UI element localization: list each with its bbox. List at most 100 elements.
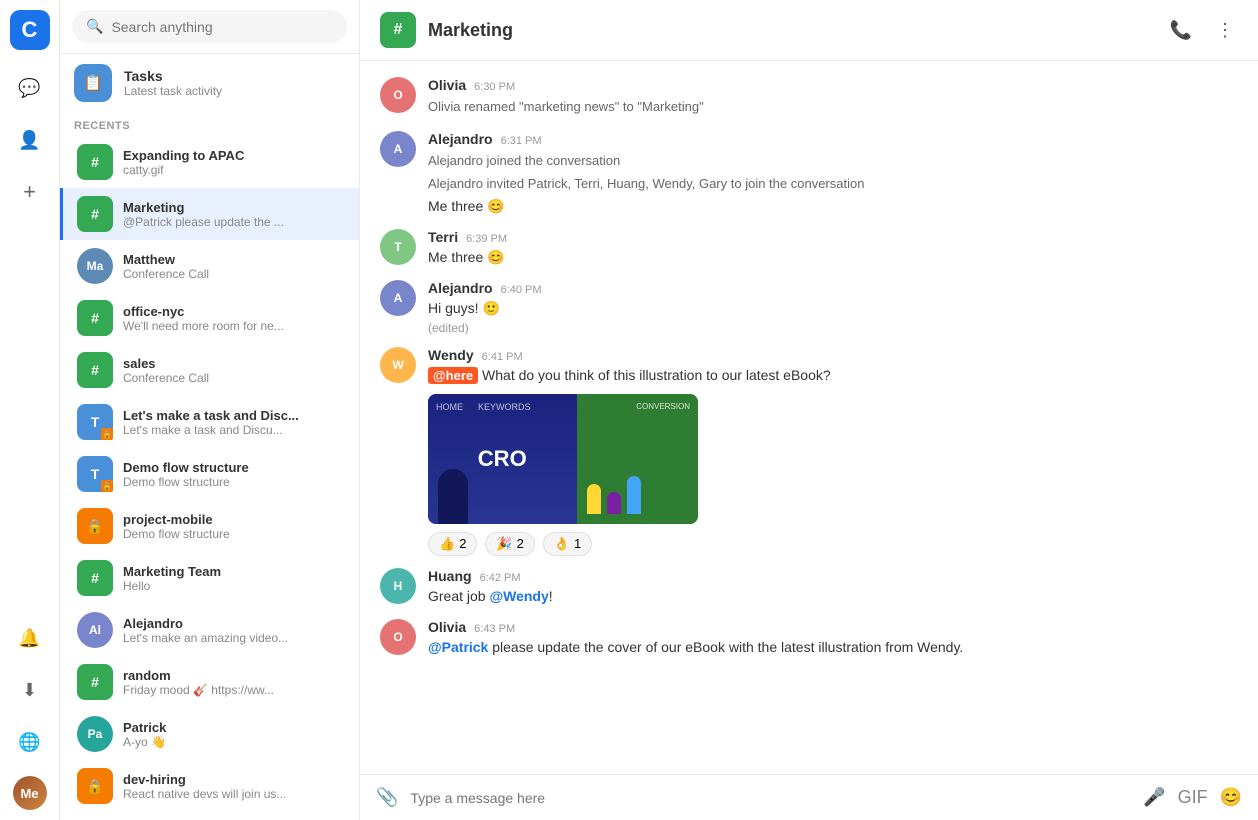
- sidebar-item-project-mobile[interactable]: 🔒 project-mobile Demo flow structure: [60, 500, 359, 552]
- message-row: T Terri 6:39 PM Me three 😊: [380, 229, 1238, 268]
- chat-messages: O Olivia 6:30 PM Olivia renamed "marketi…: [360, 61, 1258, 774]
- channel-title: Marketing: [428, 20, 1154, 41]
- message-row: A Alejandro 6:40 PM Hi guys! 🙂 (edited): [380, 280, 1238, 335]
- thumbsup-reaction[interactable]: 👍 2: [428, 532, 477, 556]
- sidebar-item-office-nyc[interactable]: # office-nyc We'll need more room for ne…: [60, 292, 359, 344]
- tasks-title: Tasks: [124, 68, 222, 84]
- wendy-mention: @Wendy: [489, 588, 548, 604]
- message-text: Great job @Wendy!: [428, 586, 1238, 607]
- reactions: 👍 2 🎉 2 👌 1: [428, 532, 1238, 556]
- patrick-mention: @Patrick: [428, 639, 488, 655]
- sidebar-item-patrick[interactable]: Pa Patrick A-yo 👋: [60, 708, 359, 760]
- message-author: Alejandro: [428, 280, 493, 296]
- message-text: Me three 😊: [428, 196, 1238, 217]
- channel-hash-icon: #: [77, 196, 113, 232]
- message-edited: (edited): [428, 321, 1238, 335]
- nav-bar: C 💬 👤 + 🔔 ⬇ 🌐 Me: [0, 0, 60, 820]
- message-text: Hi guys! 🙂: [428, 298, 1238, 319]
- add-nav-icon[interactable]: +: [12, 174, 48, 210]
- alejandro-avatar: A: [380, 280, 416, 316]
- message-text: Alejandro joined the conversation: [428, 149, 1238, 173]
- message-text: Alejandro invited Patrick, Terri, Huang,…: [428, 172, 1238, 196]
- call-button[interactable]: 📞: [1166, 16, 1196, 45]
- gif-button[interactable]: GIF: [1178, 787, 1208, 808]
- sidebar-item-matthew[interactable]: Ma Matthew Conference Call: [60, 240, 359, 292]
- tasks-icon: 📋: [74, 64, 112, 102]
- channel-hash-icon: #: [77, 300, 113, 336]
- user-avatar[interactable]: Me: [13, 776, 47, 810]
- lock-icon: 🔒: [77, 768, 113, 804]
- sidebar-item-expanding-apac[interactable]: # Expanding to APAC catty.gif: [60, 136, 359, 188]
- message-time: 6:30 PM: [474, 81, 515, 93]
- channel-hash-icon: #: [77, 352, 113, 388]
- tasks-subtitle: Latest task activity: [124, 84, 222, 98]
- sidebar-item-marketing[interactable]: # Marketing @Patrick please update the .…: [60, 188, 359, 240]
- lock-icon: 🔒: [77, 508, 113, 544]
- recents-label: RECENTS: [60, 112, 359, 136]
- emoji-button[interactable]: 😊: [1220, 787, 1242, 808]
- sidebar-item-sales[interactable]: # sales Conference Call: [60, 344, 359, 396]
- message-time: 6:41 PM: [482, 351, 523, 363]
- message-time: 6:43 PM: [474, 623, 515, 635]
- message-time: 6:31 PM: [501, 135, 542, 147]
- more-options-button[interactable]: ⋮: [1212, 16, 1238, 45]
- channel-hash-icon: #: [77, 144, 113, 180]
- matthew-avatar: Ma: [77, 248, 113, 284]
- chat-header: # Marketing 📞 ⋮: [360, 0, 1258, 61]
- channel-hash-icon: #: [77, 664, 113, 700]
- main-chat-area: # Marketing 📞 ⋮ O Olivia 6:30 PM Olivia …: [360, 0, 1258, 820]
- mic-button[interactable]: 🎤: [1143, 787, 1165, 808]
- olivia-avatar: O: [380, 619, 416, 655]
- message-author: Olivia: [428, 77, 466, 93]
- message-time: 6:42 PM: [480, 572, 521, 584]
- message-row: A Alejandro 6:31 PM Alejandro joined the…: [380, 131, 1238, 217]
- lock-badge: 🔒: [101, 428, 113, 440]
- alejandro-avatar: Al: [77, 612, 113, 648]
- sidebar-item-demo-flow[interactable]: T 🔒 Demo flow structure Demo flow struct…: [60, 448, 359, 500]
- message-author: Terri: [428, 229, 458, 245]
- huang-avatar: H: [380, 568, 416, 604]
- message-text: Olivia renamed "marketing news" to "Mark…: [428, 95, 1238, 119]
- contacts-nav-icon[interactable]: 👤: [12, 122, 48, 158]
- wendy-avatar: W: [380, 347, 416, 383]
- channel-header-icon: #: [380, 12, 416, 48]
- message-row: W Wendy 6:41 PM @here What do you think …: [380, 347, 1238, 556]
- sidebar-item-marketing-team[interactable]: # Marketing Team Hello: [60, 552, 359, 604]
- app-logo[interactable]: C: [10, 10, 50, 50]
- sidebar-item-alejandro[interactable]: Al Alejandro Let's make an amazing video…: [60, 604, 359, 656]
- party-reaction[interactable]: 🎉 2: [485, 532, 534, 556]
- terri-avatar: T: [380, 229, 416, 265]
- here-mention: @here: [428, 367, 478, 384]
- lock-badge: 🔒: [101, 480, 113, 492]
- sidebar-item-support[interactable]: # support 15 min respose time is a ne...: [60, 812, 359, 820]
- attach-button[interactable]: 📎: [376, 787, 398, 808]
- ok-reaction[interactable]: 👌 1: [543, 532, 592, 556]
- message-row: O Olivia 6:30 PM Olivia renamed "marketi…: [380, 77, 1238, 119]
- search-icon: 🔍: [86, 18, 103, 35]
- message-author: Wendy: [428, 347, 474, 363]
- message-input[interactable]: [410, 790, 1131, 806]
- search-input[interactable]: [111, 19, 333, 35]
- globe-nav-icon[interactable]: 🌐: [12, 724, 48, 760]
- message-text: @here What do you think of this illustra…: [428, 365, 1238, 386]
- message-text: @Patrick please update the cover of our …: [428, 637, 1238, 658]
- download-nav-icon[interactable]: ⬇: [12, 672, 48, 708]
- sidebar-item-lets-make-task[interactable]: T 🔒 Let's make a task and Disc... Let's …: [60, 396, 359, 448]
- message-author: Olivia: [428, 619, 466, 635]
- ebook-image: HOME KEYWORDS CRO: [428, 394, 698, 524]
- channel-hash-icon: #: [77, 560, 113, 596]
- sidebar-item-dev-hiring[interactable]: 🔒 dev-hiring React native devs will join…: [60, 760, 359, 812]
- message-text: Me three 😊: [428, 247, 1238, 268]
- sidebar-list: 📋 Tasks Latest task activity RECENTS # E…: [60, 54, 359, 820]
- message-author: Alejandro: [428, 131, 493, 147]
- bell-nav-icon[interactable]: 🔔: [12, 620, 48, 656]
- message-author: Huang: [428, 568, 472, 584]
- chat-nav-icon[interactable]: 💬: [12, 70, 48, 106]
- sidebar-item-random[interactable]: # random Friday mood 🎸 https://ww...: [60, 656, 359, 708]
- tasks-item[interactable]: 📋 Tasks Latest task activity: [60, 54, 359, 112]
- patrick-avatar: Pa: [77, 716, 113, 752]
- alejandro-avatar: A: [380, 131, 416, 167]
- olivia-avatar: O: [380, 77, 416, 113]
- message-time: 6:40 PM: [501, 284, 542, 296]
- chat-input-bar: 📎 🎤 GIF 😊: [360, 774, 1258, 820]
